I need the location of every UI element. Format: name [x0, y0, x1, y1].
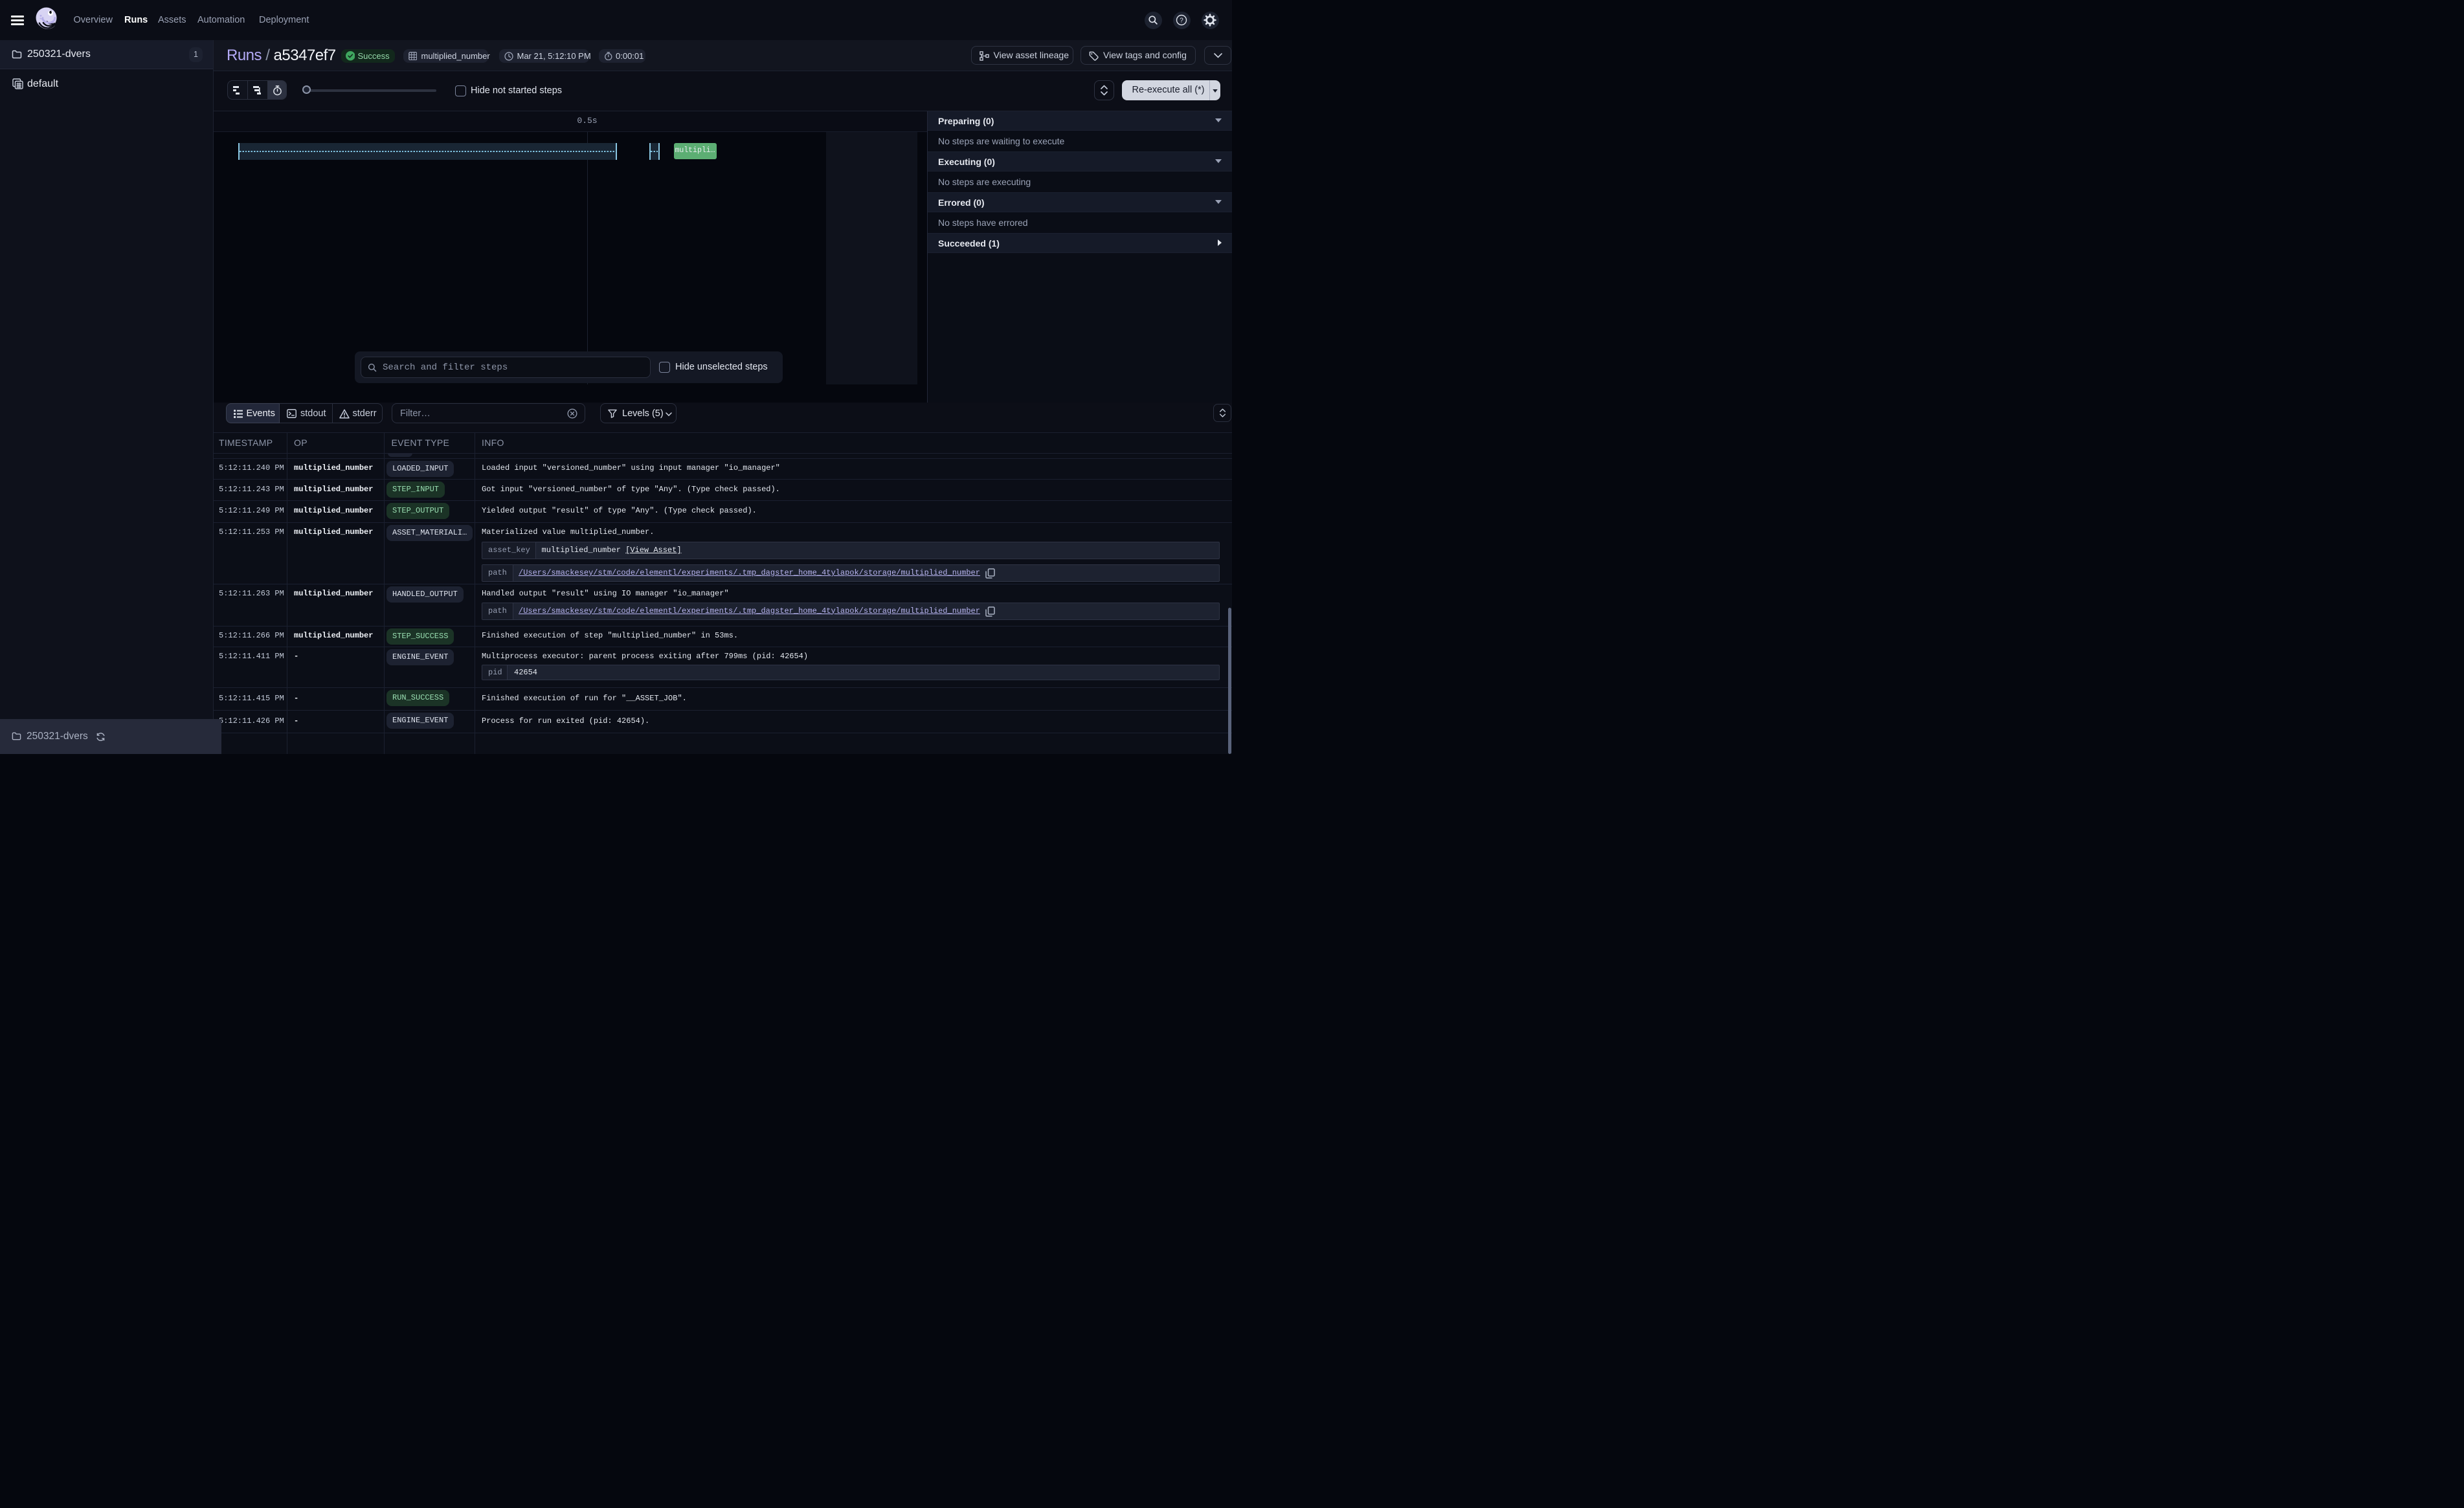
- svg-text:?: ?: [1180, 17, 1183, 25]
